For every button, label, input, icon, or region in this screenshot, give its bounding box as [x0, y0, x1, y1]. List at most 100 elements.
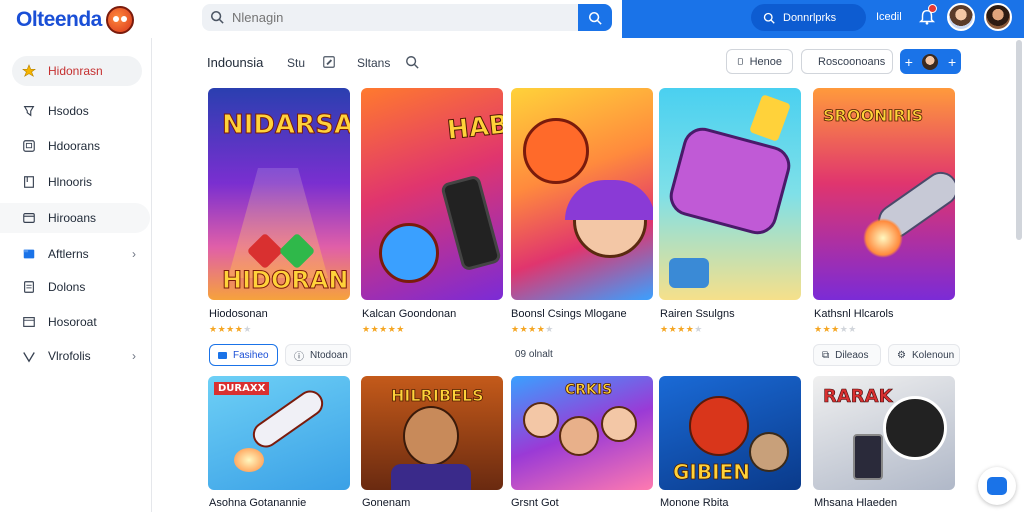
- character-head: [403, 406, 459, 466]
- game-card-thumbnail[interactable]: [659, 88, 801, 300]
- check-icon: [23, 352, 35, 363]
- game-title[interactable]: Mhsana Hlaeden: [814, 497, 897, 509]
- card-icon: [23, 213, 35, 223]
- rating-stars: ★★★★★: [814, 324, 857, 334]
- header-user-label[interactable]: Icedil: [876, 11, 902, 23]
- sidebar-item-label: Dolons: [48, 280, 86, 294]
- sidebar-item-4[interactable]: Hirooans: [0, 203, 150, 233]
- sidebar-item-label: Hirooans: [48, 211, 97, 225]
- recommend-button-label: Roscoonoans: [818, 55, 886, 68]
- search-icon[interactable]: [405, 55, 419, 69]
- window-icon: [23, 140, 35, 152]
- chevron-right-icon[interactable]: ›: [132, 349, 136, 363]
- game-card-thumbnail[interactable]: GIBIEN: [659, 376, 801, 490]
- game-title[interactable]: Asohna Gotanannie: [209, 497, 306, 509]
- sidebar-item-1[interactable]: Hsodos: [12, 96, 142, 126]
- header-search-pill[interactable]: Donnrlprks: [751, 4, 866, 31]
- search-icon: [763, 12, 775, 24]
- character-hair: [565, 180, 653, 220]
- rating-stars: ★★★★★: [660, 324, 703, 334]
- game-card-thumbnail[interactable]: CRKIS: [511, 376, 653, 490]
- search-input[interactable]: [232, 8, 562, 27]
- search-button[interactable]: [578, 4, 612, 31]
- edit-icon[interactable]: [322, 55, 336, 69]
- add-user-button[interactable]: + +: [900, 49, 961, 74]
- play-button-label: Fasiheo: [233, 349, 269, 361]
- logo-text: Olteenda: [16, 8, 102, 31]
- art-badge: DURAXX: [214, 382, 270, 395]
- rating-stars: ★★★★★: [362, 324, 405, 334]
- sidebar-item-label: Aftlerns: [48, 247, 89, 261]
- star-icon: [22, 64, 36, 77]
- art-title: RARAK: [823, 386, 893, 408]
- character-head: [749, 432, 789, 472]
- sidebar-item-label: Hsodos: [48, 104, 89, 118]
- game-card-thumbnail[interactable]: SROONIRIS: [813, 88, 955, 300]
- info-button[interactable]: ⓘ Ntodoan: [285, 344, 351, 366]
- share-button-label: Kolenoun: [911, 349, 955, 361]
- sidebar-item-7[interactable]: Hosoroat: [12, 307, 142, 337]
- sidebar-item-label: Hlnooris: [48, 175, 93, 189]
- phone-graphic: [440, 174, 502, 272]
- sidebar-item-label: Hidonrasn: [48, 64, 103, 78]
- art-title: GIBIEN: [673, 460, 751, 485]
- recommend-button[interactable]: Roscoonoans: [801, 49, 893, 74]
- play-button[interactable]: Fasiheo: [209, 344, 278, 366]
- card-meta-text: 09 olnalt: [515, 349, 553, 360]
- game-title[interactable]: Boonsl Csings Mlogane: [511, 308, 627, 320]
- scrollbar[interactable]: [1016, 40, 1022, 240]
- art-title: CRKIS: [565, 382, 613, 399]
- sidebar-item-6[interactable]: Dolons: [12, 272, 142, 302]
- sidebar-item-2[interactable]: Hdoorans: [12, 131, 142, 161]
- home-button[interactable]: Henoe: [726, 49, 793, 74]
- game-title[interactable]: Hiodosonan: [209, 308, 268, 320]
- rocket-graphic: [247, 385, 329, 453]
- sidebar-item-5[interactable]: Aftlerns ›: [12, 239, 142, 269]
- sidebar-item-8[interactable]: Vlrofolis ›: [12, 341, 142, 371]
- character-head: [601, 406, 637, 442]
- share-button[interactable]: ⚙ Kolenoun: [888, 344, 960, 366]
- game-title[interactable]: Monone Rbita: [660, 497, 729, 509]
- game-title[interactable]: Kalcan Goondonan: [362, 308, 456, 320]
- game-title[interactable]: Kathsnl Hlcarols: [814, 308, 893, 320]
- flame-graphic: [863, 218, 903, 258]
- sidebar-item-label: Hdoorans: [48, 139, 101, 153]
- page-icon: [737, 58, 743, 65]
- game-card-thumbnail[interactable]: DURAXX: [208, 376, 350, 490]
- chat-fab-button[interactable]: [978, 467, 1016, 505]
- mail-icon: [23, 317, 35, 327]
- details-button[interactable]: ⧉ Dileaos: [813, 344, 881, 366]
- game-title[interactable]: Gonenam: [362, 497, 410, 509]
- details-button-label: Dileaos: [835, 349, 869, 361]
- game-card-thumbnail[interactable]: [511, 88, 653, 300]
- sidebar-item-label: Hosoroat: [48, 315, 97, 329]
- plus-icon: +: [948, 53, 957, 70]
- app-logo[interactable]: Olteenda: [16, 6, 134, 34]
- folder-icon: [23, 249, 35, 259]
- document-icon: [24, 281, 34, 293]
- sidebar-item-0[interactable]: Hidonrasn: [12, 56, 142, 86]
- header-pill-label: Donnrlprks: [783, 11, 837, 24]
- profile-avatar[interactable]: [984, 3, 1012, 31]
- settings-icon: ⚙: [897, 349, 906, 361]
- character-head: [523, 118, 589, 184]
- character-body: [391, 464, 471, 490]
- content-toolbar: Indounsia: [207, 50, 263, 74]
- chevron-right-icon[interactable]: ›: [132, 247, 136, 261]
- avatar[interactable]: [947, 3, 975, 31]
- game-card-thumbnail[interactable]: HABAN!: [361, 88, 503, 300]
- game-title[interactable]: Rairen Ssulgns: [660, 308, 735, 320]
- block-yellow: [749, 94, 791, 142]
- game-card-thumbnail[interactable]: HILRIBELS: [361, 376, 503, 490]
- art-title: HILRIBELS: [391, 386, 484, 406]
- sidebar: Hidonrasn Hsodos Hdoorans Hlnooris Hiroo…: [0, 38, 152, 512]
- toolbar-link-1[interactable]: Stu: [287, 56, 305, 70]
- game-title[interactable]: Grsnt Got: [511, 497, 559, 509]
- game-card-thumbnail[interactable]: RARAK: [813, 376, 955, 490]
- road-graphic: [228, 168, 328, 278]
- block-blue: [669, 258, 709, 288]
- plus-icon: +: [904, 53, 913, 70]
- sidebar-item-3[interactable]: Hlnooris: [12, 167, 142, 197]
- game-card-thumbnail[interactable]: NIDARSAIS HIDORAN: [208, 88, 350, 300]
- toolbar-link-2[interactable]: Sltans: [357, 56, 390, 70]
